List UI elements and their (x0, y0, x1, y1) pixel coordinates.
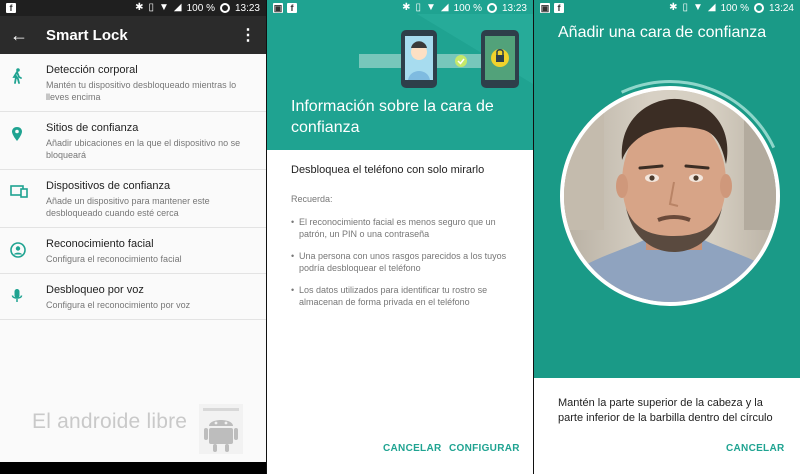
battery-level: 100 % (720, 2, 749, 14)
page-title: Añadir una cara de confianza (558, 24, 767, 41)
camera-area: ▣ f ✱ ▯ ▼ ◢ 100 % 13:24 Añadir una cara … (534, 0, 800, 378)
configure-button[interactable]: CONFIGURAR (449, 443, 520, 454)
devices-icon (10, 180, 46, 219)
smart-lock-options-list: Detección corporal Mantén tu dispositivo… (0, 54, 266, 320)
facebook-notification-icon: f (6, 3, 16, 13)
app-bar: ← Smart Lock ⋮ (0, 16, 266, 54)
face-photo (564, 90, 776, 302)
vibrate-icon: ▯ (148, 2, 154, 13)
wifi-icon: ▼ (693, 2, 703, 13)
warning-list: El reconocimiento facial es menos seguro… (291, 216, 517, 318)
gallery-notification-icon: ▣ (540, 2, 550, 13)
list-item-body-detection[interactable]: Detección corporal Mantén tu dispositivo… (0, 54, 266, 112)
face-unlock-illustration (359, 14, 533, 88)
vibrate-icon: ▯ (682, 2, 688, 13)
smart-lock-screen: f ✱ ▯ ▼ ◢ 100 % 13:23 ← Smart Lock ⋮ Det… (0, 0, 266, 474)
facebook-notification-icon: f (554, 3, 564, 13)
more-options-icon[interactable]: ⋮ (240, 25, 256, 45)
item-title: Detección corporal (46, 64, 138, 76)
back-arrow-icon[interactable]: ← (10, 25, 40, 46)
battery-icon (486, 3, 497, 13)
location-pin-icon (10, 122, 46, 161)
clock: 13:23 (234, 2, 260, 14)
remember-label: Recuerda: (291, 194, 333, 204)
add-trusted-face-screen: ▣ f ✱ ▯ ▼ ◢ 100 % 13:24 Añadir una cara … (534, 0, 800, 474)
page-title: Información sobre la cara de confianza (291, 98, 494, 136)
list-item: Una persona con unos rasgos parecidos a … (291, 250, 517, 274)
status-bar: f ✱ ▯ ▼ ◢ 100 % 13:23 (0, 0, 266, 16)
walking-person-icon (10, 64, 46, 103)
vibrate-icon: ▯ (415, 2, 421, 13)
item-subtitle: Añadir ubicaciones en la que el disposit… (46, 138, 241, 160)
gallery-notification-icon: ▣ (273, 2, 283, 13)
battery-level: 100 % (453, 2, 482, 14)
item-subtitle: Configura el reconocimiento facial (46, 254, 182, 264)
page-title: Smart Lock (46, 26, 128, 44)
battery-icon (753, 3, 764, 13)
android-robot-logo (199, 404, 243, 454)
bluetooth-icon: ✱ (135, 2, 144, 13)
wifi-icon: ▼ (159, 2, 169, 13)
signal-icon: ◢ (173, 2, 182, 13)
cancel-button[interactable]: CANCELAR (726, 443, 785, 454)
list-item-face-recognition[interactable]: Reconocimiento facial Configura el recon… (0, 228, 266, 274)
trusted-face-info-screen: ▣ f ✱ ▯ ▼ ◢ 100 % 13:23 Información sobr… (267, 0, 533, 474)
clock: 13:24 (768, 2, 794, 14)
cancel-button[interactable]: CANCELAR (383, 443, 442, 454)
microphone-icon (10, 284, 46, 311)
list-item: El reconocimiento facial es menos seguro… (291, 216, 517, 240)
item-title: Dispositivos de confianza (46, 180, 171, 192)
face-icon (10, 238, 46, 265)
watermark-text: El androide libre (32, 410, 188, 433)
camera-preview-circle (560, 86, 780, 306)
bluetooth-icon: ✱ (402, 2, 411, 13)
item-subtitle: Configura el reconocimiento por voz (46, 300, 191, 310)
header-banner: ▣ f ✱ ▯ ▼ ◢ 100 % 13:23 Información sobr… (267, 0, 533, 150)
wifi-icon: ▼ (426, 2, 436, 13)
item-title: Sitios de confianza (46, 122, 139, 134)
item-subtitle: Mantén tu dispositivo desbloqueado mient… (46, 80, 237, 102)
navigation-bar (0, 462, 266, 474)
item-subtitle: Añade un dispositivo para mantener este … (46, 196, 210, 218)
signal-icon: ◢ (440, 2, 449, 13)
bluetooth-icon: ✱ (669, 2, 678, 13)
clock: 13:23 (501, 2, 527, 14)
item-title: Desbloqueo por voz (46, 284, 144, 296)
battery-level: 100 % (186, 2, 215, 14)
lead-text: Desbloquea el teléfono con solo mirarlo (291, 164, 485, 176)
facebook-notification-icon: f (287, 3, 297, 13)
status-bar: ▣ f ✱ ▯ ▼ ◢ 100 % 13:24 (534, 0, 800, 16)
list-item: Los datos utilizados para identificar tu… (291, 284, 517, 308)
list-item-voice-unlock[interactable]: Desbloqueo por voz Configura el reconoci… (0, 274, 266, 320)
signal-icon: ◢ (707, 2, 716, 13)
list-item-trusted-places[interactable]: Sitios de confianza Añadir ubicaciones e… (0, 112, 266, 170)
list-item-trusted-devices[interactable]: Dispositivos de confianza Añade un dispo… (0, 170, 266, 228)
battery-icon (219, 3, 230, 13)
instruction-text: Mantén la parte superior de la cabeza y … (558, 397, 773, 424)
item-title: Reconocimiento facial (46, 238, 154, 250)
